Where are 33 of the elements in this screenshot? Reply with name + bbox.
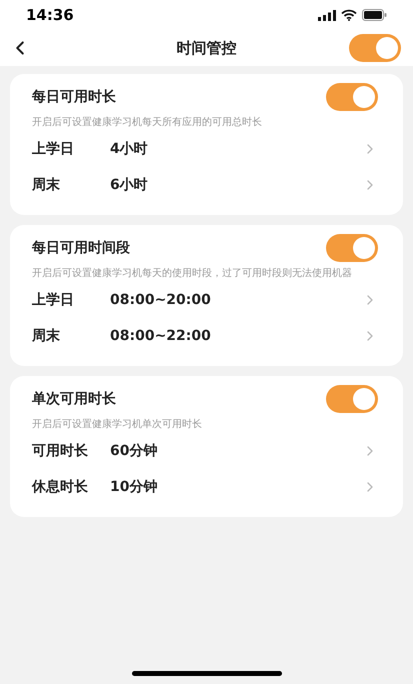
setting-row[interactable]: 上学日 08:00~20:00 bbox=[32, 282, 378, 318]
setting-row[interactable]: 周末 6小时 bbox=[32, 167, 378, 203]
section-description: 开启后可设置健康学习机每天的使用时段，过了可用时段则无法使用机器 bbox=[32, 267, 353, 280]
section-description: 开启后可设置健康学习机单次可用时长 bbox=[32, 418, 203, 431]
wifi-icon bbox=[341, 9, 357, 21]
section-title: 每日可用时长 bbox=[32, 88, 116, 106]
toggle-switch[interactable] bbox=[326, 385, 378, 413]
page-title: 时间管控 bbox=[176, 38, 236, 59]
row-value: 08:00~22:00 bbox=[110, 326, 212, 346]
section-description: 开启后可设置健康学习机每天所有应用的可用总时长 bbox=[32, 116, 263, 129]
row-value: 08:00~20:00 bbox=[110, 290, 212, 310]
row-label: 周末 bbox=[32, 176, 61, 194]
status-time: 14:36 bbox=[26, 4, 74, 26]
row-value: 10分钟 bbox=[110, 478, 158, 496]
section-title: 每日可用时间段 bbox=[32, 238, 130, 258]
setting-row[interactable]: 上学日 4小时 bbox=[32, 131, 378, 167]
row-value: 6小时 bbox=[110, 176, 149, 194]
row-label: 周末 bbox=[32, 326, 61, 346]
row-label: 可用时长 bbox=[32, 442, 89, 460]
toggle-switch[interactable] bbox=[326, 83, 378, 111]
toggle-switch[interactable] bbox=[326, 234, 378, 262]
setting-row[interactable]: 休息时长 10分钟 bbox=[32, 469, 378, 505]
setting-row[interactable]: 可用时长 60分钟 bbox=[32, 433, 378, 469]
row-label: 上学日 bbox=[32, 290, 75, 310]
row-value: 60分钟 bbox=[110, 442, 158, 460]
battery-icon bbox=[362, 9, 387, 21]
setting-row[interactable]: 周末 08:00~22:00 bbox=[32, 318, 378, 354]
signal-icon bbox=[318, 10, 336, 20]
row-label: 休息时长 bbox=[32, 478, 89, 496]
row-label: 上学日 bbox=[32, 140, 75, 158]
section-title: 单次可用时长 bbox=[32, 390, 116, 408]
row-value: 4小时 bbox=[110, 140, 149, 158]
toggle-switch[interactable] bbox=[349, 34, 401, 62]
